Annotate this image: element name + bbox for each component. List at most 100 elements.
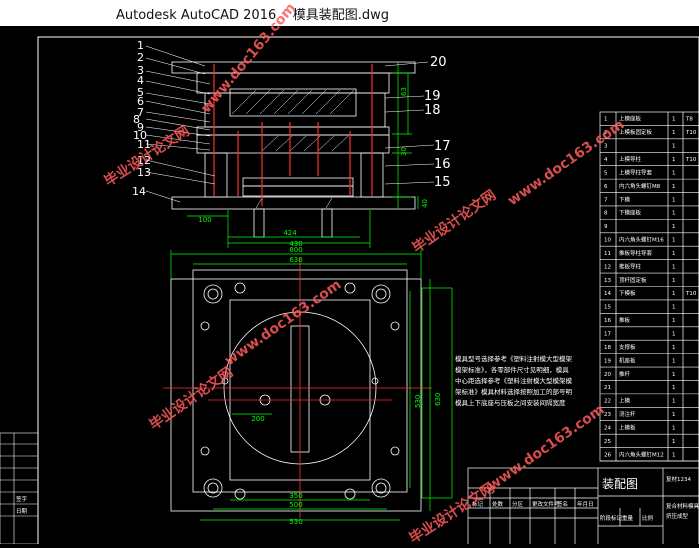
bom-row: 8 下模座板 1 [604, 209, 676, 217]
svg-text:530: 530 [289, 518, 302, 526]
bom-qty: 1 [672, 399, 676, 405]
bom-qty: 1 [672, 224, 676, 230]
top-clamp-plate [171, 61, 416, 74]
svg-text:16: 16 [434, 157, 451, 172]
svg-text:签名: 签名 [557, 500, 568, 508]
bom-name: 推板导柱 [619, 262, 642, 270]
bom-row: 11 推板导柱导套 1 [604, 249, 676, 257]
svg-text:阶段标记: 阶段标记 [600, 514, 623, 522]
bom-name: 上模座板 [619, 115, 642, 123]
leaders-right [384, 61, 435, 185]
bom-no: 5 [604, 170, 608, 176]
bom-no: 13 [604, 278, 611, 284]
hatching [231, 89, 355, 209]
bom-no: 16 [604, 318, 611, 324]
bom-name: 上模 [619, 397, 631, 405]
bom-row: 20 推杆 1 [604, 370, 676, 378]
bom-qty: 1 [672, 211, 676, 217]
svg-text:挤压成型: 挤压成型 [666, 512, 689, 520]
bom-row: 15 1 [604, 305, 676, 311]
bom-qty: 1 [672, 358, 676, 364]
bom-row: 18 支撑板 1 [604, 343, 676, 351]
technical-notes: 模具型号选择参考《塑料注射模大型模架 模架标准》，各零部件尺寸见明细，模具 中心… [455, 355, 572, 407]
svg-text:350: 350 [289, 492, 302, 500]
bom-row: 25 1 [604, 439, 676, 445]
bom-name: 内六角头螺钉M16 [619, 236, 664, 244]
svg-text:14: 14 [132, 185, 146, 198]
bom-qty: 1 [672, 372, 676, 378]
bom-no: 26 [604, 452, 611, 458]
callouts-right: 20 19 18 17 16 15 [424, 55, 451, 190]
bom-no: 7 [604, 197, 608, 203]
bom-name: 支撑板 [619, 343, 636, 351]
ejector-plate [242, 177, 354, 187]
bom-qty: 1 [672, 331, 676, 337]
svg-text:2: 2 [137, 51, 144, 64]
bom-qty: 1 [672, 291, 676, 297]
bottom-clamp-plate [171, 196, 416, 210]
bom-name: 推板 [619, 316, 631, 324]
bom-row: 23 浇注杆 1 [604, 410, 676, 418]
bom-row: 17 1 [604, 331, 676, 337]
svg-text:800: 800 [289, 246, 302, 254]
bom-row: 5 上模导柱导套 1 [604, 168, 676, 176]
left-block-text: 签字 日期 [16, 495, 28, 515]
bom-code: T8 [685, 117, 693, 123]
bom-no: 24 [604, 425, 611, 431]
ejector-rod-right [321, 208, 333, 238]
plan-dim-text: 800 630 350 500 530 530 630 200 [251, 246, 442, 526]
svg-text:500: 500 [289, 501, 302, 509]
svg-text:重量: 重量 [622, 514, 634, 522]
svg-text:处数: 处数 [492, 500, 504, 508]
core-plate [196, 134, 390, 154]
svg-text:18: 18 [424, 103, 441, 118]
bom-code: T10 [685, 130, 697, 136]
svg-text:200: 200 [251, 415, 264, 423]
svg-text:年月日: 年月日 [577, 500, 594, 508]
bom-no: 17 [604, 331, 611, 337]
bom-no: 19 [604, 358, 611, 364]
bom-row: 24 上模板 1 [604, 423, 676, 431]
drawing-canvas[interactable]: 424 430 100 63 30 40 1 2 3 4 5 6 7 8 9 1… [0, 0, 699, 548]
svg-text:比例: 比例 [642, 514, 654, 522]
cavity-plate [204, 92, 386, 128]
bom-row: 21 1 [604, 385, 676, 391]
bom-qty: 1 [672, 385, 676, 391]
cad-drawing[interactable]: 424 430 100 63 30 40 1 2 3 4 5 6 7 8 9 1… [0, 26, 699, 548]
bom-name: 内六角头螺钉M12 [619, 450, 664, 458]
svg-text:签字: 签字 [16, 495, 28, 503]
drawing-name: 装配图 [602, 477, 638, 491]
bom-name: 推杆 [619, 370, 631, 378]
bom-name: 下模座板 [619, 209, 642, 217]
bom-no: 9 [604, 224, 608, 230]
bom-name: 浇注杆 [619, 410, 636, 418]
bom-no: 20 [604, 372, 611, 378]
bom-qty: 1 [672, 117, 676, 123]
bom-qty: 1 [672, 412, 676, 418]
svg-text:复材1234: 复材1234 [666, 475, 691, 483]
svg-text:530: 530 [414, 395, 422, 408]
bom-qty: 1 [672, 130, 676, 136]
bom-no: 11 [604, 251, 611, 257]
dim-40: 40 [421, 199, 429, 208]
bom-no: 6 [604, 184, 608, 190]
dim-63: 63 [400, 87, 408, 96]
bom-qty: 1 [672, 170, 676, 176]
bom-qty: 1 [672, 278, 676, 284]
bom-row: 13 顶杆固定板 1 [604, 276, 676, 284]
bom-row: 12 推板导柱 1 [604, 262, 676, 270]
bom-row: 6 内六角头螺钉M8 1 [604, 182, 676, 190]
bom-row: 16 推板 1 [604, 316, 676, 324]
bom-qty: 1 [672, 318, 676, 324]
svg-text:15: 15 [434, 175, 451, 190]
bom-name: 机座板 [619, 356, 636, 364]
dim-30: 30 [400, 147, 408, 156]
bom-qty: 1 [672, 144, 676, 150]
bom-name: 推板导柱导套 [619, 249, 653, 257]
bom-no: 12 [604, 264, 611, 270]
bom-code: T10 [685, 157, 697, 163]
bom-row: 7 下模 1 [604, 195, 676, 203]
svg-text:17: 17 [434, 139, 451, 154]
bom-name: 下模板 [619, 289, 636, 297]
svg-text:20: 20 [430, 55, 447, 70]
